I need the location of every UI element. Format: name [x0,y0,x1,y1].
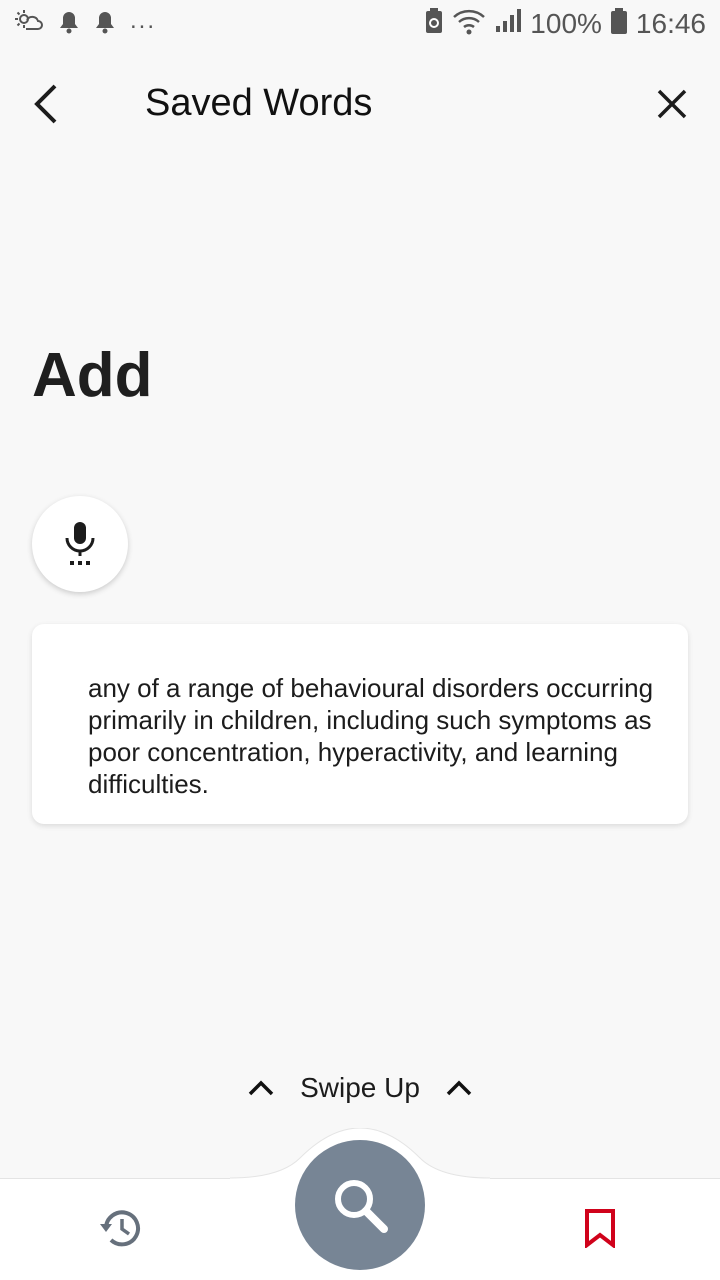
bookmark-button[interactable] [576,1204,624,1252]
notification-bell-icon [94,10,116,39]
bookmark-icon [585,1209,615,1248]
chevron-left-icon [34,84,57,124]
page-title: Saved Words [145,82,373,124]
battery-saver-icon [424,7,444,42]
signal-icon [494,8,522,41]
status-bar: ... 100% 16:46 [0,0,720,48]
status-left: ... [14,7,157,40]
history-icon [100,1210,140,1247]
swipe-up-label: Swipe Up [300,1072,420,1103]
back-button[interactable] [24,78,68,130]
notification-bell-icon [58,10,80,39]
chevron-up-icon [248,1080,274,1096]
close-button[interactable] [648,80,696,128]
battery-icon [610,7,628,42]
search-icon [335,1180,388,1233]
more-dots-icon: ... [130,7,157,34]
history-button[interactable] [96,1204,144,1252]
clock: 16:46 [635,8,706,39]
wifi-icon [452,7,486,42]
app-bar: Saved Words [0,48,720,160]
status-right: 100% 16:46 [424,7,706,42]
chevron-up-icon [446,1080,472,1096]
close-icon [657,89,687,119]
microphone-icon [65,522,95,565]
word-heading: Add [32,341,153,410]
battery-text: 100% [530,8,602,39]
weather-icon [14,9,44,40]
search-button[interactable] [295,1140,425,1270]
microphone-button[interactable] [32,496,128,592]
definition-text: any of a range of behavioural disorders … [88,673,654,799]
swipe-up-hint[interactable]: Swipe Up [0,1072,720,1104]
definition-card: any of a range of behavioural disorders … [32,624,688,824]
